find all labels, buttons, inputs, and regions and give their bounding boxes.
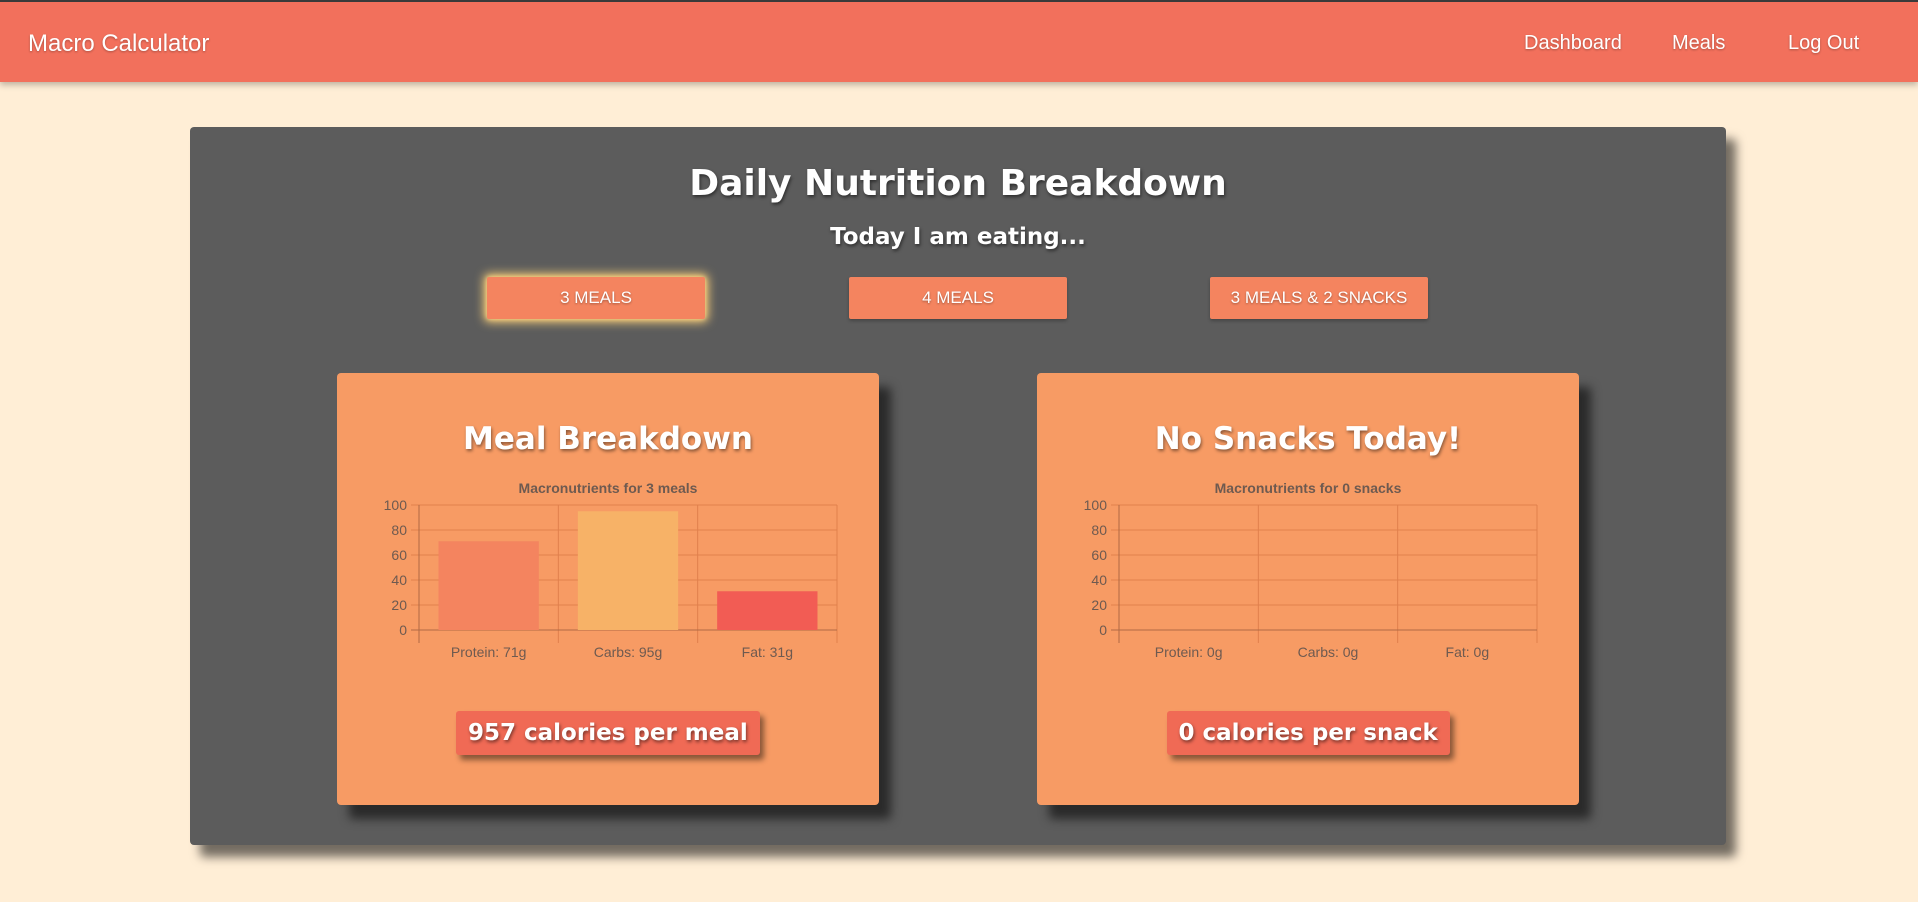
meal-x-tick-label: Carbs: 95g: [594, 644, 662, 660]
meal-y-tick-label: 0: [399, 622, 407, 638]
nav-meals-link[interactable]: Meals: [1672, 32, 1725, 55]
top-navbar: Macro Calculator Dashboard Meals Log Out: [0, 0, 1918, 82]
snack-x-tick-label: Protein: 0g: [1155, 644, 1223, 660]
snack-y-tick-label: 60: [1091, 547, 1107, 563]
snack-card-title: No Snacks Today!: [1154, 421, 1462, 457]
meal-y-tick-label: 80: [391, 522, 407, 538]
snack-y-tick-label: 80: [1091, 522, 1107, 538]
three-meals-button[interactable]: 3 MEALS: [487, 277, 705, 319]
nutrition-panel: Daily Nutrition Breakdown Today I am eat…: [190, 127, 1726, 845]
nav-dashboard-link[interactable]: Dashboard: [1524, 32, 1622, 55]
meal-bar-1: [577, 511, 679, 630]
snack-calories-badge: 0 calories per snack: [1166, 711, 1450, 755]
meal-y-tick-label: 100: [384, 497, 408, 513]
meal-bar-2: [717, 591, 818, 630]
meal-y-tick-label: 20: [391, 597, 407, 613]
snack-y-tick-label: 40: [1091, 572, 1107, 588]
meal-x-tick-label: Protein: 71g: [451, 644, 527, 660]
snack-macros-chart: Macronutrients for 0 snacks 0 20 40 60 80 100 P…: [1084, 480, 1538, 660]
meal-breakdown-card: Meal Breakdown Macronutrients for 3 meal…: [337, 373, 879, 805]
meal-bar-0: [438, 541, 539, 630]
four-meals-button[interactable]: 4 MEALS: [849, 277, 1067, 319]
meal-macros-chart: Macronutrients for 3 meals 0 20 40 60 80 100 Pr…: [384, 480, 838, 660]
meal-x-tick-label: Fat: 31g: [742, 644, 793, 660]
snack-y-tick-label: 20: [1091, 597, 1107, 613]
page-title: Daily Nutrition Breakdown: [689, 163, 1227, 204]
meal-card-title: Meal Breakdown: [463, 421, 753, 457]
page-subtitle: Today I am eating...: [830, 224, 1086, 250]
meal-chart-title: Macronutrients for 3 meals: [519, 480, 698, 496]
snack-x-tick-label: Fat: 0g: [1446, 644, 1490, 660]
brand-logo-text[interactable]: Macro Calculator: [28, 30, 209, 58]
three-meals-two-snacks-button[interactable]: 3 MEALS & 2 SNACKS: [1210, 277, 1428, 319]
snack-y-tick-label: 0: [1099, 622, 1107, 638]
meal-calories-badge: 957 calories per meal: [456, 711, 760, 755]
snack-breakdown-card: No Snacks Today! Macronutrients for 0 sn…: [1037, 373, 1579, 805]
snack-chart-title: Macronutrients for 0 snacks: [1215, 480, 1402, 496]
meal-y-tick-label: 60: [391, 547, 407, 563]
meal-y-tick-label: 40: [391, 572, 407, 588]
snack-x-tick-label: Carbs: 0g: [1298, 644, 1359, 660]
nav-logout-link[interactable]: Log Out: [1788, 32, 1859, 55]
snack-y-tick-label: 100: [1084, 497, 1108, 513]
